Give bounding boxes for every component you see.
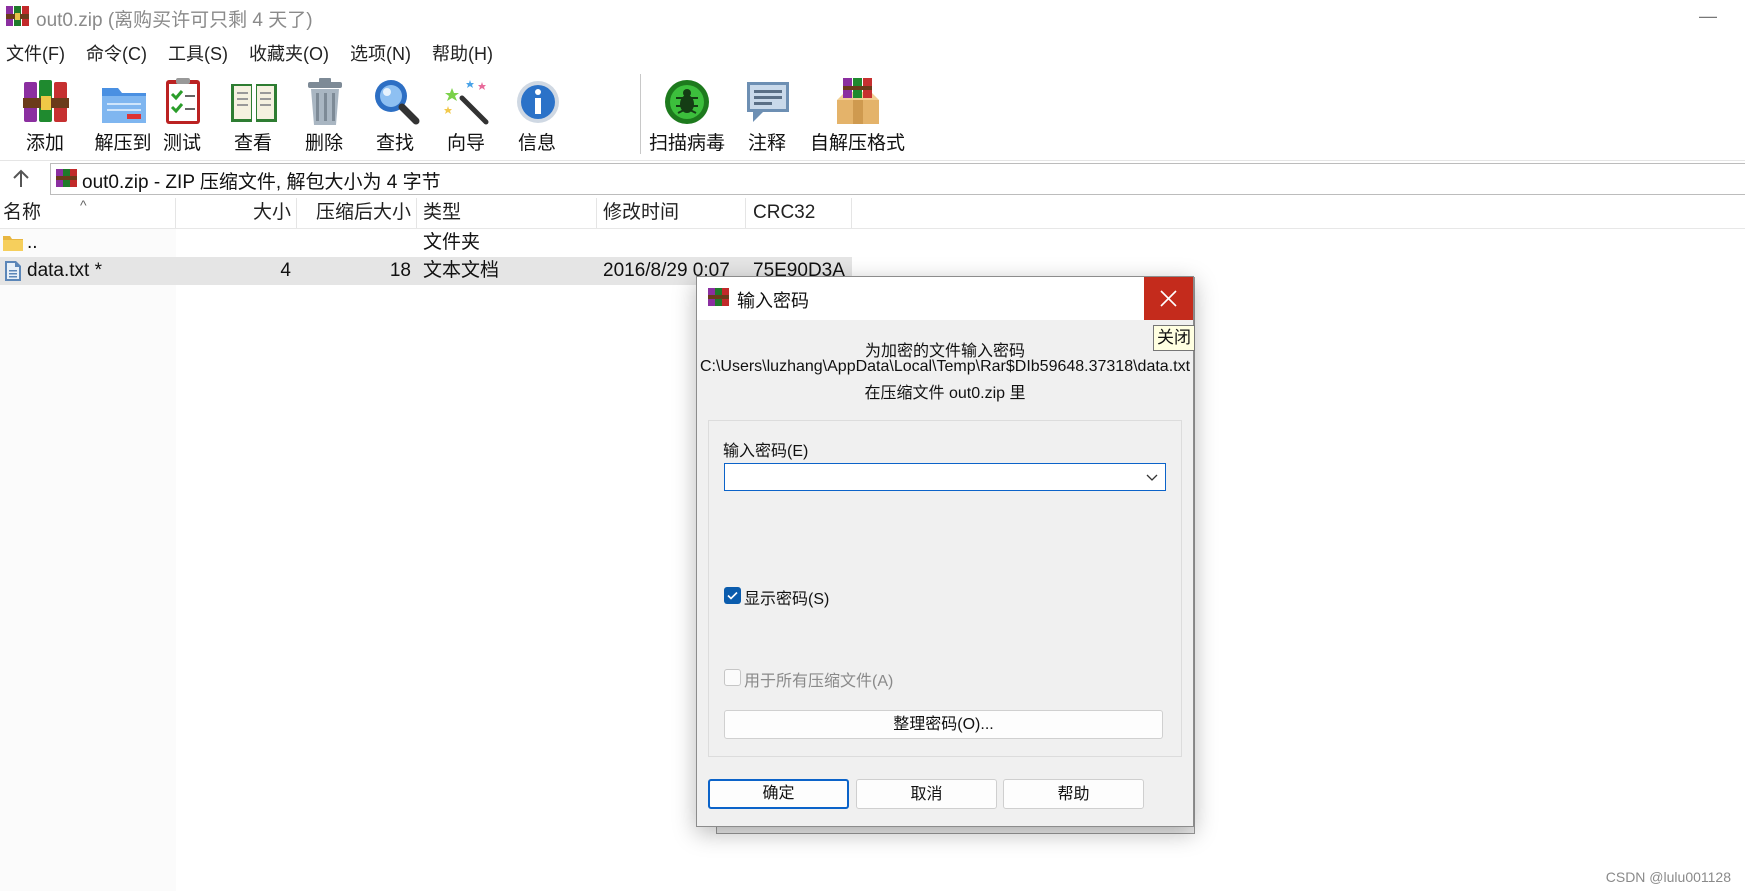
sort-ascending-icon: ^ — [80, 197, 87, 213]
winrar-archive-icon — [56, 169, 77, 187]
minimize-button[interactable]: — — [1685, 2, 1731, 32]
up-folder-button[interactable] — [8, 165, 34, 193]
dialog-file-path: C:\Users\luzhang\AppData\Local\Temp\Rar$… — [699, 358, 1191, 375]
column-header-crc[interactable]: CRC32 — [747, 198, 852, 228]
sfx-box-icon — [837, 78, 879, 124]
toolbar-comment-label: 注释 — [747, 133, 786, 154]
text-file-icon — [5, 261, 21, 281]
column-header-type[interactable]: 类型 — [418, 198, 597, 228]
trash-icon — [308, 78, 342, 125]
chevron-down-icon[interactable] — [1145, 470, 1159, 484]
close-tooltip: 关闭 — [1153, 325, 1195, 351]
password-dialog: 输入密码 为加密的文件输入密码 C:\Users\luzhang\AppData… — [696, 276, 1194, 827]
file-list-header: 名称 ^ 大小 压缩后大小 类型 修改时间 CRC32 — [0, 197, 1745, 229]
organize-passwords-button[interactable]: 整理密码(O)... — [724, 710, 1163, 739]
row-packed: 18 — [389, 260, 411, 281]
winrar-icon — [6, 6, 29, 26]
menu-options[interactable]: 选项(N) — [344, 38, 422, 70]
address-text: out0.zip - ZIP 压缩文件, 解包大小为 4 字节 — [82, 172, 441, 193]
menu-commands[interactable]: 命令(C) — [80, 38, 158, 70]
menu-tools[interactable]: 工具(S) — [162, 38, 239, 70]
password-group: 输入密码(E) 显示密码(S) 用于所有压缩文件(A) 整理密码(O)... — [708, 420, 1182, 757]
row-type: 文本文档 — [423, 260, 500, 281]
toolbar-sfx-label: 自解压格式 — [810, 133, 906, 154]
row-size: 4 — [280, 260, 291, 281]
toolbar: 添加 解压到 测试 查看 删除 查找 向导 信息 扫描病毒 注释 自解压格式 — [0, 72, 1745, 158]
show-password-label[interactable]: 显示密码(S) — [744, 585, 829, 609]
column-name-label: 名称 — [3, 202, 42, 223]
menu-bar: 文件(F) 命令(C) 工具(S) 收藏夹(O) 选项(N) 帮助(H) — [0, 38, 508, 70]
menu-file[interactable]: 文件(F) — [0, 38, 76, 70]
close-icon — [1160, 290, 1177, 307]
toolbar-comment-button[interactable]: 注释 — [730, 72, 804, 158]
show-password-checkbox[interactable] — [724, 587, 741, 604]
menu-favorites[interactable]: 收藏夹(O) — [243, 38, 340, 70]
toolbar-sfx-button[interactable]: 自解压格式 — [810, 72, 905, 158]
toolbar-info-label: 信息 — [517, 133, 556, 154]
arrow-up-icon — [13, 169, 29, 187]
toolbar-info-button[interactable]: 信息 — [500, 72, 574, 158]
menu-help[interactable]: 帮助(H) — [426, 38, 504, 70]
password-label: 输入密码(E) — [723, 443, 809, 460]
dialog-close-button[interactable] — [1144, 277, 1193, 320]
use-for-all-archives-checkbox — [724, 669, 741, 686]
dialog-titlebar: 输入密码 — [697, 277, 1193, 320]
address-bar: out0.zip - ZIP 压缩文件, 解包大小为 4 字节 — [0, 160, 1745, 197]
magnifier-icon — [375, 80, 420, 125]
extract-to-icon — [102, 88, 146, 123]
toolbar-add-button[interactable]: 添加 — [8, 72, 82, 158]
file-list-name-column-bg — [0, 229, 176, 891]
test-icon — [166, 78, 200, 124]
add-archive-icon — [23, 80, 69, 122]
comment-icon — [747, 82, 789, 122]
csdn-watermark: CSDN @lulu001128 — [1605, 869, 1731, 885]
cancel-button[interactable]: 取消 — [856, 779, 997, 809]
window-title: out0.zip (离购买许可只剩 4 天了) — [36, 10, 313, 31]
folder-icon — [3, 236, 23, 251]
column-header-modified[interactable]: 修改时间 — [598, 198, 746, 228]
column-header-name[interactable]: 名称 ^ — [0, 197, 176, 228]
column-header-packed[interactable]: 压缩后大小 — [298, 198, 417, 228]
dialog-message-line3: 在压缩文件 out0.zip 里 — [864, 385, 1026, 402]
view-book-icon — [231, 84, 277, 122]
row-name: .. — [27, 232, 38, 253]
wizard-wand-icon — [444, 80, 489, 125]
toolbar-virus-scan-button[interactable]: 扫描病毒 — [649, 72, 725, 158]
row-name: data.txt * — [27, 260, 102, 281]
checkmark-icon — [727, 591, 738, 600]
use-for-all-archives-label: 用于所有压缩文件(A) — [744, 673, 894, 690]
winrar-icon — [708, 288, 729, 306]
password-combobox[interactable] — [724, 463, 1166, 491]
help-button[interactable]: 帮助 — [1003, 779, 1144, 809]
address-field[interactable]: out0.zip - ZIP 压缩文件, 解包大小为 4 字节 — [50, 163, 1745, 195]
list-item-parent-folder[interactable]: .. 文件夹 — [0, 229, 852, 257]
dialog-title: 输入密码 — [737, 291, 809, 311]
info-icon — [517, 81, 559, 123]
row-type: 文件夹 — [423, 232, 481, 253]
ok-button[interactable]: 确定 — [708, 779, 849, 809]
window-titlebar: out0.zip (离购买许可只剩 4 天了) — — [0, 0, 1745, 34]
virus-scan-icon — [665, 80, 709, 124]
column-header-size[interactable]: 大小 — [177, 198, 297, 228]
